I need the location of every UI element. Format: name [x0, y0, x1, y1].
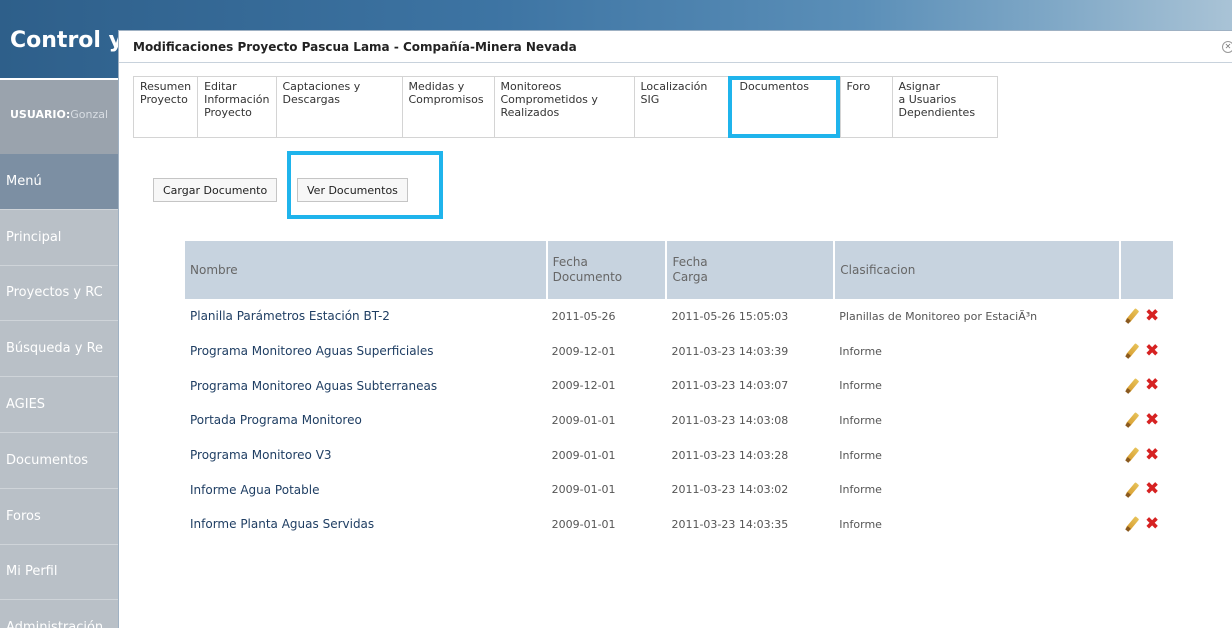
document-name-link[interactable]: Portada Programa Monitoreo: [185, 403, 547, 438]
sidebar-item-menu[interactable]: Menú: [0, 154, 124, 210]
document-name-link[interactable]: Informe Agua Potable: [185, 472, 547, 507]
document-date: 2009-01-01: [551, 448, 616, 462]
sidebar-item-administracion[interactable]: Administración: [0, 600, 124, 628]
document-name-link[interactable]: Informe Planta Aguas Servidas: [185, 507, 547, 542]
edit-icon[interactable]: [1125, 517, 1139, 531]
edit-icon[interactable]: [1125, 483, 1139, 497]
delete-icon[interactable]: ✖: [1145, 515, 1159, 533]
upload-date: 2011-03-23 14:03:08: [671, 413, 789, 427]
row-actions: ✖: [1120, 299, 1174, 334]
delete-icon[interactable]: ✖: [1145, 446, 1159, 464]
table-row: Programa Monitoreo Aguas Subterraneas 20…: [185, 368, 1174, 403]
delete-icon[interactable]: ✖: [1145, 377, 1159, 394]
delete-icon[interactable]: ✖: [1145, 411, 1159, 429]
tab-monitoreos[interactable]: Monitoreos Comprometidos y Realizados: [493, 76, 634, 138]
tab-localizacion-sig[interactable]: Localización SIG: [633, 76, 728, 138]
classification: Informe: [839, 344, 882, 358]
classification: Informe: [839, 483, 882, 497]
sidebar-menu: Menú Principal Proyectos y RC Búsqueda y…: [0, 154, 124, 628]
project-modal: Modificaciones Proyecto Pascua Lama - Co…: [118, 30, 1232, 628]
document-name-link[interactable]: Programa Monitoreo V3: [185, 438, 547, 473]
document-name-link[interactable]: Planilla Parámetros Estación BT-2: [185, 299, 547, 334]
app-title: Control y: [10, 28, 123, 53]
upload-date: 2011-03-23 14:03:28: [671, 448, 789, 462]
row-actions: ✖: [1120, 507, 1174, 542]
tab-documentos[interactable]: Documentos: [727, 76, 840, 138]
documents-table: Nombre Fecha Documento Fecha Carga Clasi…: [185, 241, 1175, 542]
tab-resumen-proyecto[interactable]: Resumen Proyecto: [133, 76, 198, 138]
delete-icon[interactable]: ✖: [1145, 342, 1159, 360]
document-date: 2009-12-01: [551, 344, 616, 358]
row-actions: ✖: [1120, 403, 1174, 438]
document-name-link[interactable]: Programa Monitoreo Aguas Superficiales: [185, 334, 547, 369]
document-date: 2009-01-01: [551, 517, 616, 531]
close-icon[interactable]: ✕: [1222, 41, 1232, 53]
delete-icon[interactable]: ✖: [1145, 307, 1159, 325]
header-name: Nombre: [185, 241, 548, 299]
user-panel: USUARIO:Gonzal: [0, 80, 124, 154]
sidebar-item-principal[interactable]: Principal: [0, 209, 124, 266]
user-label: USUARIO:: [10, 108, 71, 121]
row-actions: ✖: [1120, 334, 1174, 369]
delete-icon[interactable]: ✖: [1145, 481, 1159, 498]
classification: Informe: [839, 413, 882, 427]
header-actions: [1120, 241, 1175, 299]
edit-icon[interactable]: [1125, 344, 1139, 358]
classification: Informe: [839, 379, 882, 393]
row-actions: ✖: [1120, 368, 1174, 403]
table-row: Planilla Parámetros Estación BT-2 2011-0…: [185, 299, 1174, 334]
document-date: 2009-01-01: [551, 413, 616, 427]
tab-medidas-compromisos[interactable]: Medidas y Compromisos: [401, 76, 494, 138]
sidebar-item-proyectos[interactable]: Proyectos y RC: [0, 265, 124, 322]
upload-document-button[interactable]: Cargar Documento: [153, 178, 278, 202]
classification: Informe: [839, 448, 882, 462]
edit-icon[interactable]: [1125, 448, 1139, 462]
header-doc-date: Fecha Documento: [546, 241, 668, 299]
classification: Planillas de Monitoreo por EstaciÃ³n: [839, 309, 1038, 323]
tab-bar: Resumen Proyecto Editar Información Proy…: [133, 76, 998, 138]
table-row: Programa Monitoreo V3 2009-01-01 2011-03…: [185, 438, 1174, 473]
classification: Informe: [839, 517, 882, 531]
edit-icon[interactable]: [1125, 379, 1139, 393]
tab-foro[interactable]: Foro: [839, 76, 892, 138]
edit-icon[interactable]: [1125, 309, 1139, 323]
document-date: 2011-05-26: [551, 309, 616, 323]
table-row: Portada Programa Monitoreo 2009-01-01 20…: [185, 403, 1174, 438]
tab-asignar-usuarios[interactable]: Asignar a Usuarios Dependientes: [891, 76, 998, 138]
upload-date: 2011-05-26 15:05:03: [671, 309, 789, 323]
upload-date: 2011-03-23 14:03:39: [671, 344, 789, 358]
modal-title: Modificaciones Proyecto Pascua Lama - Co…: [133, 39, 577, 54]
row-actions: ✖: [1120, 472, 1174, 507]
document-date: 2009-01-01: [551, 483, 616, 497]
upload-date: 2011-03-23 14:03:02: [671, 483, 789, 497]
tab-captaciones-descargas[interactable]: Captaciones y Descargas: [275, 76, 402, 138]
edit-icon[interactable]: [1125, 413, 1139, 427]
table-header-row: Nombre Fecha Documento Fecha Carga Clasi…: [185, 241, 1175, 299]
document-date: 2009-12-01: [551, 379, 616, 393]
tab-editar-informacion[interactable]: Editar Información Proyecto: [197, 76, 276, 138]
upload-date: 2011-03-23 14:03:35: [671, 517, 789, 531]
document-name-link[interactable]: Programa Monitoreo Aguas Subterraneas: [185, 368, 547, 403]
upload-date: 2011-03-23 14:03:07: [671, 379, 789, 393]
sidebar-item-documentos[interactable]: Documentos: [0, 432, 124, 489]
sidebar-item-agies[interactable]: AGIES: [0, 377, 124, 433]
user-name: Gonzal: [70, 108, 109, 121]
table-row: Informe Agua Potable 2009-01-01 2011-03-…: [185, 472, 1174, 507]
sidebar-item-mi-perfil[interactable]: Mi Perfil: [0, 544, 124, 601]
modal-titlebar: Modificaciones Proyecto Pascua Lama - Co…: [119, 31, 1232, 63]
row-actions: ✖: [1120, 438, 1174, 473]
table-row: Programa Monitoreo Aguas Superficiales 2…: [185, 334, 1174, 369]
sidebar-item-foros[interactable]: Foros: [0, 488, 124, 545]
sidebar-item-busqueda[interactable]: Búsqueda y Re: [0, 321, 124, 378]
header-upload-date: Fecha Carga: [666, 241, 836, 299]
highlight-box: [287, 151, 443, 219]
table-row: Informe Planta Aguas Servidas 2009-01-01…: [185, 507, 1174, 542]
user-info: USUARIO:Gonzal: [10, 108, 108, 121]
header-classification: Clasificacion: [834, 241, 1121, 299]
